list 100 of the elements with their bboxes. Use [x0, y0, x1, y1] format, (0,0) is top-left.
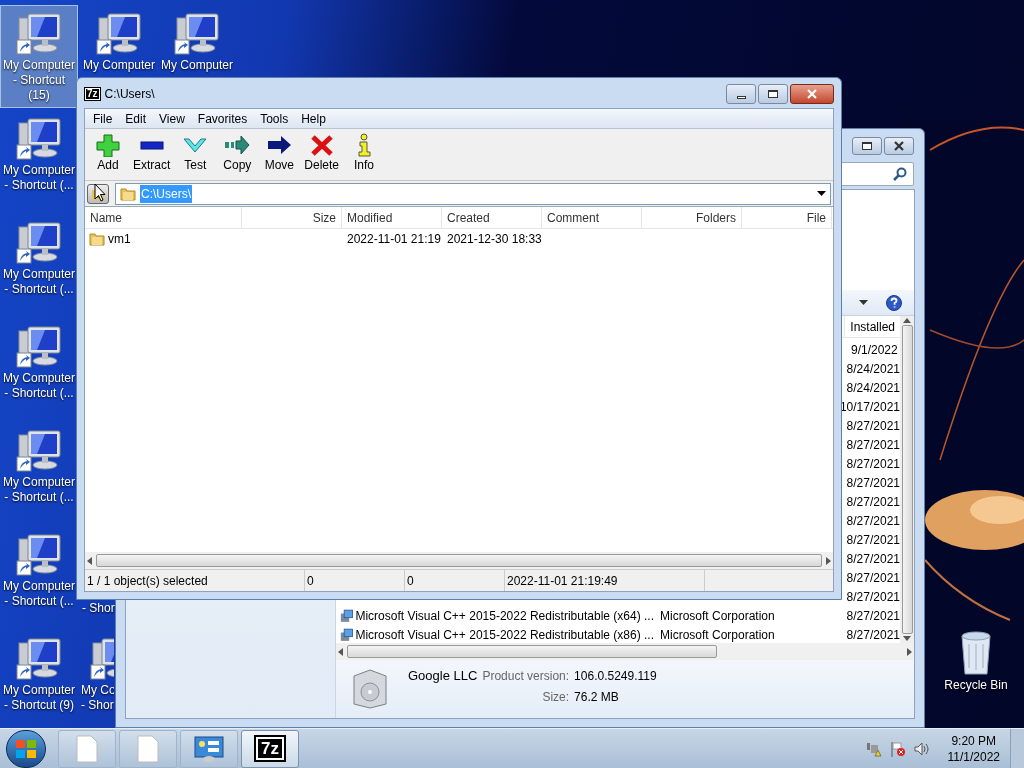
icon-label: - Shortcut (...	[4, 178, 74, 193]
scroll-right-icon	[826, 556, 831, 565]
column-header[interactable]: Folders	[642, 207, 742, 228]
icon-label: Recycle Bin	[944, 677, 1008, 694]
table-cell-text: 8/27/2021	[845, 455, 900, 473]
desktop-icon[interactable]: My Computer	[80, 5, 158, 78]
icon-label: - Shortcut (...	[4, 594, 74, 609]
arrow-icon	[266, 133, 293, 157]
maximize-button[interactable]	[758, 84, 788, 104]
maximize-button[interactable]	[852, 136, 882, 155]
control-panel-icon	[194, 734, 224, 763]
detail-label: Product version:	[482, 668, 570, 685]
recycle-bin[interactable]: Recycle Bin	[940, 630, 1012, 694]
menu-item[interactable]: File	[87, 109, 119, 128]
table-cell-text: 8/24/2021	[845, 360, 900, 378]
installer-box-icon	[350, 666, 390, 710]
help-icon[interactable]	[886, 294, 902, 311]
computer-icon	[15, 323, 63, 371]
close-button[interactable]	[884, 136, 914, 155]
scroll-down-icon	[903, 636, 911, 641]
computer-icon	[95, 10, 143, 58]
table-cell-text: 2022-11-01 21:19	[346, 231, 442, 248]
desktop-icon[interactable]: My Computer - Shortcut (...	[0, 422, 78, 510]
table-cell-text: 8/27/2021	[845, 512, 900, 530]
search-icon	[893, 167, 907, 181]
table-cell-text: 9/1/2022	[850, 341, 898, 359]
icon-label: My Computer	[3, 267, 75, 282]
menu-item[interactable]: Help	[295, 109, 332, 128]
network-warning-icon[interactable]	[865, 740, 882, 757]
icon-label: My Computer	[3, 579, 75, 594]
table-cell-text: 8/27/2021	[845, 493, 900, 511]
column-header[interactable]: File	[742, 207, 832, 228]
desktop-icon[interactable]: My Computer - Shortcut (...	[0, 214, 78, 302]
toolbar-button[interactable]: Test	[176, 133, 215, 173]
table-cell-text: 8/27/2021	[845, 588, 900, 606]
detail-value: 76.2 MB	[574, 688, 620, 706]
column-header[interactable]: Comment	[542, 207, 642, 228]
flag-error-icon[interactable]	[889, 740, 906, 757]
table-cell-text: 2021-12-30 18:33	[446, 231, 542, 248]
toolbar-button[interactable]: Copy	[218, 133, 257, 173]
close-button[interactable]	[790, 84, 834, 104]
status-text: 0	[305, 570, 405, 591]
scroll-left-icon	[87, 556, 92, 565]
app-logo: 7z	[256, 737, 284, 760]
table-cell-text: 8/27/2021	[845, 550, 900, 568]
toolbar-button[interactable]: Delete	[302, 133, 342, 173]
status-text: 1 / 1 object(s) selected	[85, 570, 305, 591]
column-header[interactable]: Created	[442, 207, 542, 228]
program-name[interactable]: Microsoft Visual C++ 2015-2022 Redistributable (x64) ...	[355, 606, 654, 625]
icon-label: - Shortcut (...	[4, 386, 74, 401]
clock[interactable]: 9:20 PM 11/1/2022	[947, 732, 1000, 765]
computer-icon	[15, 427, 63, 475]
table-cell-text: 8/27/2021	[845, 607, 900, 625]
menu-item[interactable]: View	[153, 109, 191, 128]
table-cell-text: 8/27/2021	[845, 569, 900, 587]
taskbar-button[interactable]	[180, 729, 238, 768]
menu-item[interactable]: Edit	[119, 109, 153, 128]
close-icon	[893, 140, 905, 151]
icon-label: - Shortcut (9)	[4, 698, 74, 713]
computer-icon	[173, 10, 221, 58]
column-header[interactable]: Size	[242, 207, 342, 228]
dropdown-icon	[859, 300, 868, 305]
vertical-scrollbar[interactable]	[900, 316, 914, 643]
app-logo: 7z	[85, 88, 100, 100]
minimize-button[interactable]	[726, 84, 756, 104]
file-name[interactable]: vm1	[85, 230, 342, 248]
column-header[interactable]: Name	[85, 207, 242, 228]
icon-label: - Shor	[81, 698, 114, 713]
desktop-icon[interactable]: My Computer - Shortcut (9)	[0, 630, 78, 718]
column-header[interactable]: Modified	[342, 207, 442, 228]
icon-label: (15)	[28, 88, 50, 103]
toolbar-button[interactable]: Add	[89, 133, 127, 173]
scroll-up-icon	[903, 318, 911, 323]
horizontal-scrollbar[interactable]	[85, 552, 833, 569]
table-cell-text: 8/27/2021	[845, 474, 900, 492]
toolbar-button[interactable]: Extract	[131, 133, 173, 173]
toolbar-button[interactable]: Move	[260, 133, 299, 173]
desktop-icon[interactable]: My Computer	[158, 5, 236, 78]
icon-label: My Computer	[3, 475, 75, 490]
toolbar-button[interactable]: Info	[345, 133, 384, 173]
window-title: C:\Users\	[104, 86, 155, 103]
icon-label: My Computer	[3, 683, 75, 698]
desktop-icon[interactable]: My Computer - Shortcut (...	[0, 526, 78, 614]
computer-icon	[15, 219, 63, 267]
menu-item[interactable]: Favorites	[191, 109, 254, 128]
table-cell-text: 8/24/2021	[845, 379, 900, 397]
table-cell-text: 8/27/2021	[845, 531, 900, 549]
taskbar-button[interactable]: 7z	[241, 729, 299, 768]
menu-item[interactable]: Tools	[254, 109, 295, 128]
program-name[interactable]: Microsoft Visual C++ 2015-2022 Redistributable (x86) ...	[355, 625, 654, 643]
horizontal-scrollbar[interactable]	[336, 643, 914, 660]
document-icon	[75, 734, 99, 763]
desktop-icon[interactable]: My Computer - Shortcut (...	[0, 318, 78, 406]
icon-label[interactable]: - Shor	[80, 601, 117, 616]
speaker-icon[interactable]	[913, 740, 930, 757]
scroll-left-icon	[338, 647, 343, 656]
desktop-icon[interactable]: My Computer - Shortcut (15)	[0, 5, 78, 108]
desktop-icon[interactable]: My Computer - Shortcut (...	[0, 110, 78, 198]
start-button[interactable]	[6, 729, 46, 768]
detail-label: Size:	[541, 688, 570, 706]
